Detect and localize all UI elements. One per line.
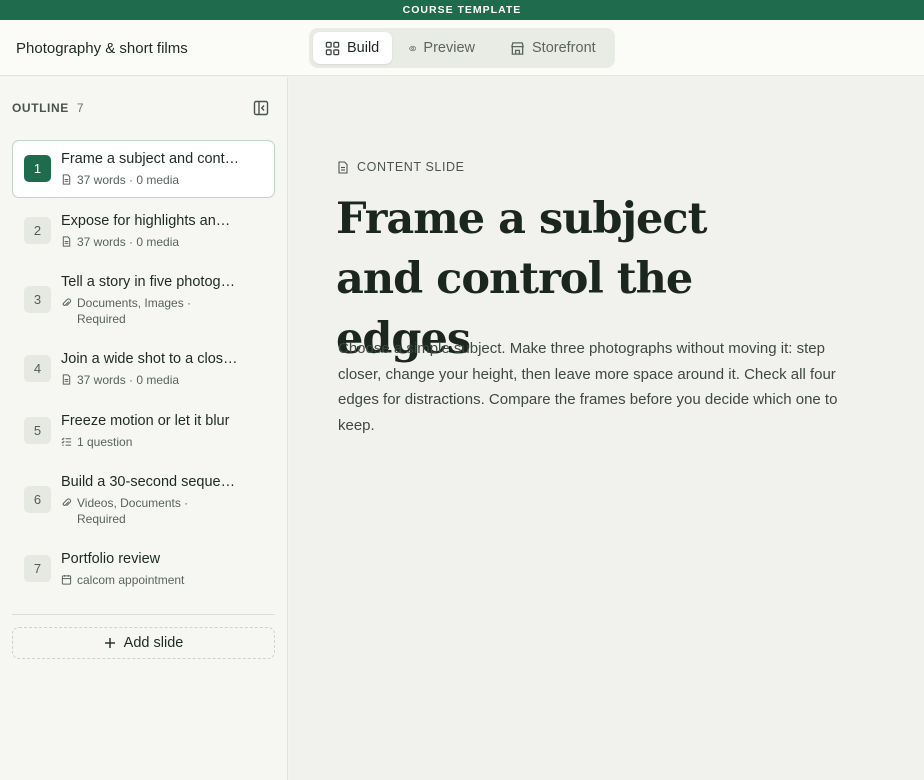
mode-switch: Build Preview Storefront xyxy=(309,28,615,68)
plus-icon xyxy=(104,638,115,648)
slide-number: 1 xyxy=(24,155,51,182)
storefront-icon xyxy=(511,41,524,55)
sidebar-divider xyxy=(12,614,275,615)
slide-meta: Videos, Documents · Required xyxy=(61,495,241,527)
slide-item-7[interactable]: 7 Portfolio review calcom appointment xyxy=(12,540,275,598)
slide-number: 6 xyxy=(24,486,51,513)
slide-meta: 37 words · 0 media xyxy=(61,234,241,250)
slide-meta-line: Documents, Images · xyxy=(77,296,192,310)
slide-type: CONTENT SLIDE xyxy=(337,160,465,174)
slide-item-1[interactable]: 1 Frame a subject and cont… 37 words · 0… xyxy=(12,140,275,198)
slide-meta: 37 words · 0 media xyxy=(61,372,241,388)
document-icon xyxy=(62,236,71,247)
banner-label: COURSE TEMPLATE xyxy=(402,4,522,16)
preview-tab[interactable]: Preview xyxy=(397,32,487,64)
slide-number: 7 xyxy=(24,555,51,582)
outline-count: 7 xyxy=(76,101,84,115)
slide-title: Build a 30-second seque… xyxy=(61,474,236,490)
slide-title: Join a wide shot to a clos… xyxy=(61,351,237,367)
slide-item-6[interactable]: 6 Build a 30-second seque… Videos, Docum… xyxy=(12,463,275,533)
slide-meta-text: Videos, Documents · Required xyxy=(77,495,188,527)
slide-meta: Documents, Images · Required xyxy=(61,295,241,327)
document-icon xyxy=(62,374,71,385)
slide-meta-text: calcom appointment xyxy=(77,573,185,587)
slide-title: Expose for highlights an… xyxy=(61,213,231,229)
checklist-icon xyxy=(61,437,72,446)
slide-title: Frame a subject and cont… xyxy=(61,151,237,167)
course-title: Photography & short films xyxy=(16,39,188,57)
top-bar: Photography & short films Build Preview … xyxy=(0,20,924,76)
slide-number: 2 xyxy=(24,217,51,244)
slide-meta-text: 37 words · 0 media xyxy=(77,173,180,187)
storefront-tab-label: Storefront xyxy=(532,40,596,56)
slide-title: Portfolio review xyxy=(61,551,161,567)
storefront-tab[interactable]: Storefront xyxy=(498,32,610,64)
sidebar-collapse-icon xyxy=(253,100,269,116)
grid-icon xyxy=(325,41,340,55)
paperclip-icon xyxy=(62,298,72,307)
slide-title: Tell a story in five photog… xyxy=(61,274,236,290)
slide-title: Freeze motion or let it blur xyxy=(61,413,230,429)
outline-heading-label: OUTLINE xyxy=(12,101,69,115)
slide-editor: CONTENT SLIDE Frame a subject and contro… xyxy=(289,77,924,780)
collapse-sidebar-button[interactable] xyxy=(252,99,270,117)
eye-icon xyxy=(409,45,417,51)
slide-number: 5 xyxy=(24,417,51,444)
slide-meta-text: 37 words · 0 media xyxy=(77,235,180,249)
slide-meta: calcom appointment xyxy=(61,572,241,588)
paperclip-icon xyxy=(62,498,72,507)
build-tab[interactable]: Build xyxy=(313,32,392,64)
slide-meta-text: Documents, Images · Required xyxy=(77,295,191,327)
slide-meta-text: 37 words · 0 media xyxy=(77,373,180,387)
slide-item-3[interactable]: 3 Tell a story in five photog… Documents… xyxy=(12,263,275,333)
document-icon xyxy=(338,160,348,174)
preview-tab-label: Preview xyxy=(423,40,475,56)
add-slide-label: Add slide xyxy=(123,635,184,651)
slide-number: 3 xyxy=(24,286,51,313)
calendar-icon xyxy=(61,574,72,585)
outline-sidebar: OUTLINE 7 1 Frame a subject and cont… 37… xyxy=(0,77,288,780)
slide-type-label: CONTENT SLIDE xyxy=(357,160,465,174)
slide-item-5[interactable]: 5 Freeze motion or let it blur 1 questio… xyxy=(12,402,275,460)
build-tab-label: Build xyxy=(347,40,380,56)
document-icon xyxy=(62,174,71,185)
slide-number: 4 xyxy=(24,355,51,382)
slide-meta: 1 question xyxy=(61,434,241,450)
outline-heading: OUTLINE 7 xyxy=(12,99,276,117)
add-slide-button[interactable]: Add slide xyxy=(12,627,275,659)
slide-item-2[interactable]: 2 Expose for highlights an… 37 words · 0… xyxy=(12,202,275,260)
slide-meta-line: Required xyxy=(77,512,126,526)
slide-item-4[interactable]: 4 Join a wide shot to a clos… 37 words ·… xyxy=(12,340,275,398)
slide-meta-line: Videos, Documents · xyxy=(77,496,189,510)
slide-meta-line: Required xyxy=(77,312,126,326)
course-template-banner: COURSE TEMPLATE xyxy=(0,0,924,20)
slide-meta-text: 1 question xyxy=(77,435,133,449)
slide-meta: 37 words · 0 media xyxy=(61,172,241,188)
slide-body[interactable]: Choose a simple subject. Make three phot… xyxy=(338,336,868,438)
